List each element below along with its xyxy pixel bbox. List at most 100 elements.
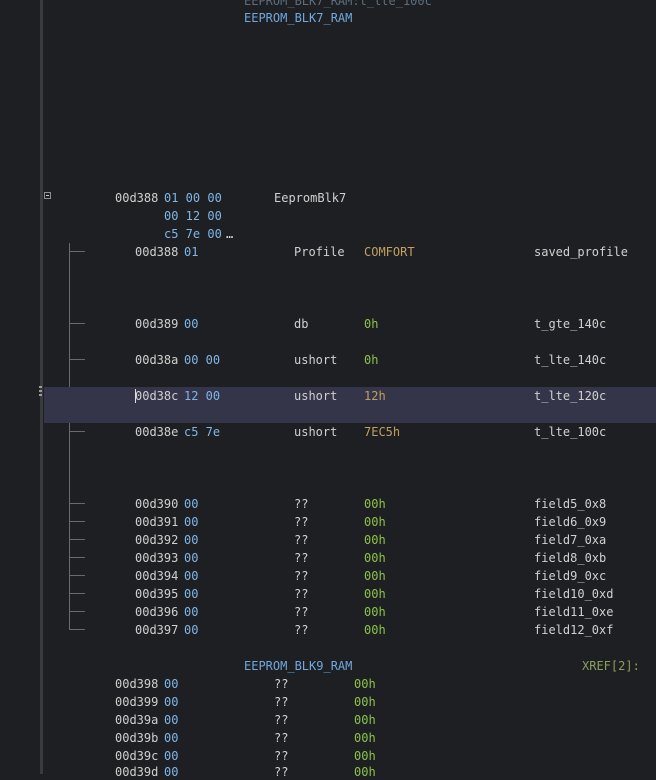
field-value: 00h — [364, 587, 386, 601]
label-eeprom-blk7[interactable]: EEPROM_BLK7_RAM — [244, 10, 352, 26]
field-type[interactable]: ushort — [294, 388, 337, 404]
row-address[interactable]: 00d398 — [115, 676, 158, 692]
field-type[interactable]: db — [294, 316, 308, 332]
tree-vertical-line — [69, 243, 70, 629]
field-type[interactable]: ?? — [294, 622, 308, 638]
field-name[interactable]: field5_0x8 — [534, 496, 606, 512]
field-address[interactable]: 00d392 — [135, 532, 178, 548]
field-type[interactable]: ?? — [294, 586, 308, 602]
field-name[interactable]: field7_0xa — [534, 532, 606, 548]
field-address[interactable]: 00d38e — [135, 424, 178, 440]
tree-branch — [69, 557, 85, 558]
row-address[interactable]: 00d39c — [115, 748, 158, 764]
tree-branch — [69, 251, 85, 252]
field-type[interactable]: ?? — [294, 532, 308, 548]
field-bytes: c5 7e — [184, 425, 221, 439]
field-name[interactable]: field10_0xd — [534, 586, 613, 602]
row-value: 00h — [354, 713, 376, 727]
row-bytes: 00 — [164, 765, 179, 779]
field-address[interactable]: 00d395 — [135, 586, 178, 602]
row-value: 00h — [354, 765, 376, 779]
field-name[interactable]: field9_0xc — [534, 568, 606, 584]
field-type[interactable]: ushort — [294, 424, 337, 440]
tree-branch — [69, 575, 85, 576]
field-value: 00h — [364, 605, 386, 619]
field-name[interactable]: field8_0xb — [534, 550, 606, 566]
label-eeprom-blk9[interactable]: EEPROM_BLK9_RAM — [244, 658, 352, 674]
field-address[interactable]: 00d38c — [135, 388, 178, 404]
field-address[interactable]: 00d394 — [135, 568, 178, 584]
struct-type-name[interactable]: EepromBlk7 — [274, 190, 346, 206]
field-address[interactable]: 00d388 — [135, 244, 178, 260]
row-type[interactable]: ?? — [274, 764, 288, 780]
field-type[interactable]: Profile — [294, 244, 345, 260]
field-value: 0h — [364, 353, 379, 367]
field-type[interactable]: ?? — [294, 568, 308, 584]
field-value: 00h — [364, 497, 386, 511]
field-name[interactable]: t_lte_140c — [534, 352, 606, 368]
tree-branch — [69, 431, 85, 432]
field-bytes: 00 — [184, 551, 199, 565]
field-address[interactable]: 00d391 — [135, 514, 178, 530]
field-name[interactable]: saved_profile — [534, 244, 628, 260]
field-name[interactable]: t_gte_140c — [534, 316, 606, 332]
row-type[interactable]: ?? — [274, 730, 288, 746]
field-type[interactable]: ?? — [294, 604, 308, 620]
more-bytes-ellipsis: … — [226, 227, 234, 241]
field-type[interactable]: ?? — [294, 496, 308, 512]
tree-branch — [69, 521, 85, 522]
row-address[interactable]: 00d399 — [115, 694, 158, 710]
field-value: 00h — [364, 569, 386, 583]
field-bytes: 00 00 — [184, 353, 221, 367]
field-value: COMFORT — [364, 245, 415, 259]
field-name[interactable]: field6_0x9 — [534, 514, 606, 530]
field-value: 00h — [364, 533, 386, 547]
struct-address[interactable]: 00d388 — [115, 190, 158, 206]
drag-grip-icon[interactable] — [39, 386, 42, 400]
row-address[interactable]: 00d39a — [115, 712, 158, 728]
field-name[interactable]: t_lte_100c — [534, 424, 606, 440]
field-bytes: 00 — [184, 623, 199, 637]
row-type[interactable]: ?? — [274, 748, 288, 764]
row-value: 00h — [354, 749, 376, 763]
field-address[interactable]: 00d38a — [135, 352, 178, 368]
tree-branch — [69, 323, 85, 324]
row-type[interactable]: ?? — [274, 676, 288, 692]
row-type[interactable]: ?? — [274, 694, 288, 710]
field-value: 00h — [364, 551, 386, 565]
row-bytes: 00 — [164, 731, 179, 745]
field-address[interactable]: 00d396 — [135, 604, 178, 620]
struct-bytes-3: c5 7e 00 — [164, 227, 222, 241]
field-bytes: 00 — [184, 587, 199, 601]
row-type[interactable]: ?? — [274, 712, 288, 728]
row-value: 00h — [354, 731, 376, 745]
field-address[interactable]: 00d390 — [135, 496, 178, 512]
field-name[interactable]: field11_0xe — [534, 604, 613, 620]
row-bytes: 00 — [164, 713, 179, 727]
field-value: 00h — [364, 623, 386, 637]
collapse-toggle-icon[interactable] — [44, 192, 51, 199]
row-bytes: 00 — [164, 695, 179, 709]
tree-branch — [69, 611, 85, 612]
field-bytes: 00 — [184, 533, 199, 547]
faded-label[interactable]: EEPROM_BLK7_RAM:t_lte_100c — [244, 0, 432, 9]
left-gutter — [0, 0, 40, 774]
row-address[interactable]: 00d39d — [115, 764, 158, 780]
field-value: 0h — [364, 317, 379, 331]
tree-branch — [69, 539, 85, 540]
field-name[interactable]: field12_0xf — [534, 622, 613, 638]
xref-link[interactable]: XREF[2]: — [582, 658, 640, 674]
field-address[interactable]: 00d393 — [135, 550, 178, 566]
field-type[interactable]: ?? — [294, 514, 308, 530]
field-bytes: 01 — [184, 245, 199, 259]
row-address[interactable]: 00d39b — [115, 730, 158, 746]
field-address[interactable]: 00d389 — [135, 316, 178, 332]
field-name[interactable]: t_lte_120c — [534, 388, 606, 404]
field-type[interactable]: ?? — [294, 550, 308, 566]
row-bytes: 00 — [164, 677, 179, 691]
field-value: 12h — [364, 389, 386, 403]
field-address[interactable]: 00d397 — [135, 622, 178, 638]
field-type[interactable]: ushort — [294, 352, 337, 368]
field-bytes: 00 — [184, 497, 199, 511]
field-bytes: 00 — [184, 515, 199, 529]
